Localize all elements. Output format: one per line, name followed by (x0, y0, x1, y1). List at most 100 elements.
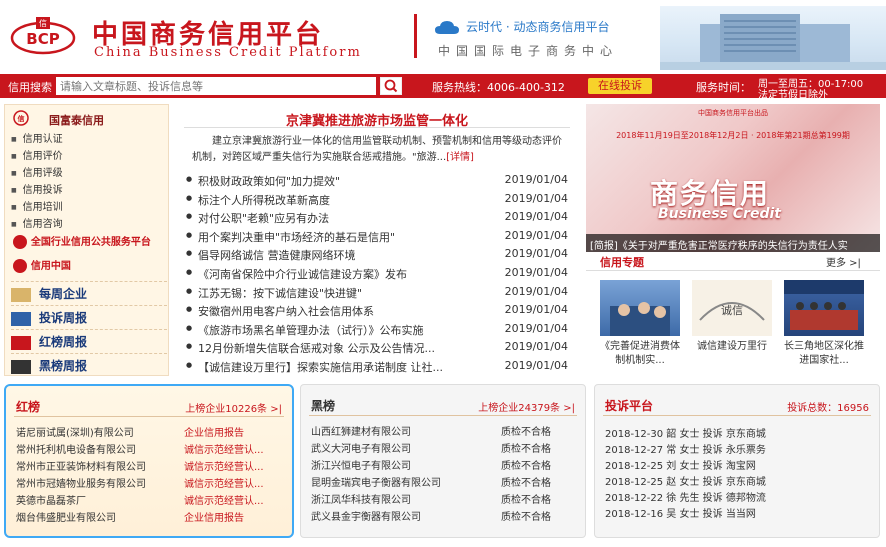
slider-caption[interactable]: [简报]《关于对严重危害正常医疗秩序的失信行为责任人实 (586, 234, 880, 252)
news-item-title[interactable]: 积极财政政策如何"加力提效" (198, 173, 498, 189)
topic-image-yangtze[interactable] (784, 280, 864, 336)
news-headline[interactable]: 京津冀推进旅游市场监管一体化 (184, 104, 570, 129)
weekly-complaint-link[interactable]: 投诉周报 (11, 305, 167, 327)
news-item[interactable]: ● 江苏无锡：按下诚信建设"快进键" 2019/01/04 (184, 284, 570, 302)
slider-publisher: 中国商务信用平台出品 (698, 109, 768, 117)
list-item[interactable]: 武义县金宇衡器有限公司 质检不合格 (311, 508, 577, 523)
sidebar-item-consulting[interactable]: 信用咨询 (11, 215, 63, 230)
company-status[interactable]: 企业信用报告 (184, 509, 244, 524)
sidebar-item-training[interactable]: 信用培训 (11, 198, 63, 213)
news-item[interactable]: ● 安徽宿州用电客户纳入社会信用体系 2019/01/04 (184, 302, 570, 320)
company-status[interactable]: 质检不合格 (501, 474, 551, 489)
news-item-title[interactable]: 《旅游市场黑名单管理办法（试行）》公布实施 (198, 322, 498, 338)
company-name[interactable]: 常州市冠嫱物业服务有限公司 (16, 479, 146, 490)
list-item[interactable]: 烟台伟盛肥业有限公司 企业信用报告 (16, 509, 282, 524)
list-item[interactable]: 英德市晶磊茶厂 诚信示范经营认... (16, 492, 282, 507)
complaint-item[interactable]: 2018-12-22 徐 先生 投诉 德邦物流 (605, 489, 766, 504)
topic-caption[interactable]: 诚信建设万里行 (692, 340, 772, 354)
company-name[interactable]: 常州市正亚装饰材料有限公司 (16, 462, 146, 473)
list-item[interactable]: 诺尼丽试属(深圳)有限公司 企业信用报告 (16, 424, 282, 439)
list-item[interactable]: 常州市冠嫱物业服务有限公司 诚信示范经营认... (16, 475, 282, 490)
news-item-title[interactable]: 12月份新增失信联合惩戒对象 公示及公告情况... (198, 340, 498, 356)
news-item[interactable]: ● 用个案判决重申"市场经济的基石是信用" 2019/01/04 (184, 228, 570, 246)
news-item[interactable]: ● 《旅游市场黑名单管理办法（试行）》公布实施 2019/01/04 (184, 321, 570, 339)
topic-caption[interactable]: 长三角地区深化推进国家社... (784, 340, 864, 368)
topic-image-consumption[interactable] (600, 280, 680, 336)
company-name[interactable]: 英德市晶磊茶厂 (16, 496, 86, 507)
sidebar-link-credit-china[interactable]: 信用中国 (13, 257, 71, 277)
company-status[interactable]: 诚信示范经营认... (184, 458, 264, 473)
weekly-red-list-link[interactable]: 红榜周报 (11, 329, 167, 351)
complaint-item[interactable]: 2018-12-25 赵 女士 投诉 京东商城 (605, 473, 766, 488)
company-status[interactable]: 质检不合格 (501, 440, 551, 455)
bcp-logo[interactable]: 信 BCP (10, 16, 76, 56)
company-name[interactable]: 浙江兴恒电子有限公司 (311, 461, 411, 472)
search-button[interactable] (380, 77, 402, 95)
sidebar-link-national-platform[interactable]: 全国行业信用公共服务平台 (13, 233, 151, 253)
red-list-count-link[interactable]: 上榜企业10226条 >| (185, 400, 282, 415)
company-status[interactable]: 质检不合格 (501, 508, 551, 523)
company-name[interactable]: 诺尼丽试属(深圳)有限公司 (16, 428, 134, 439)
topics-more-link[interactable]: 更多 >| (826, 254, 861, 269)
complaint-item[interactable]: 2018-12-30 韶 女士 投诉 京东商城 (605, 425, 766, 440)
building-image (660, 6, 886, 70)
company-name[interactable]: 山西红狮建材有限公司 (311, 427, 411, 438)
company-name[interactable]: 昆明金瑞宾电子衡器有限公司 (311, 478, 441, 489)
divider (586, 270, 880, 271)
sidebar-item-complaint[interactable]: 信用投诉 (11, 181, 63, 196)
complaint-item[interactable]: 2018-12-25 刘 女士 投诉 淘宝网 (605, 457, 756, 472)
black-list-count-link[interactable]: 上榜企业24379条 >| (478, 399, 575, 414)
news-item[interactable]: ● 倡导网络诚信 营造健康网络环境 2019/01/04 (184, 246, 570, 264)
search-input[interactable] (56, 77, 376, 95)
news-item-title[interactable]: 倡导网络诚信 营造健康网络环境 (198, 247, 498, 263)
weekly-enterprise-link[interactable]: 每周企业 (11, 281, 167, 303)
search-icon (384, 79, 398, 93)
news-item-title[interactable]: 江苏无锡：按下诚信建设"快进键" (198, 285, 498, 301)
news-item-title[interactable]: 对付公职"老赖"应另有办法 (198, 210, 498, 226)
company-status[interactable]: 诚信示范经营认... (184, 475, 264, 490)
list-item[interactable]: 常州市正亚装饰材料有限公司 诚信示范经营认... (16, 458, 282, 473)
list-item[interactable]: 浙江凤华科技有限公司 质检不合格 (311, 491, 577, 506)
news-item-title[interactable]: 用个案判决重申"市场经济的基石是信用" (198, 229, 498, 245)
company-name[interactable]: 武义大河电子有限公司 (311, 444, 411, 455)
sidebar-item-certification[interactable]: 信用认证 (11, 130, 63, 145)
list-item[interactable]: 昆明金瑞宾电子衡器有限公司 质检不合格 (311, 474, 577, 489)
topic-caption[interactable]: 《完善促进消费体制机制实... (600, 340, 680, 368)
company-status[interactable]: 质检不合格 (501, 423, 551, 438)
online-complaint-button[interactable]: 在线投诉 (588, 78, 652, 94)
news-item[interactable]: ● 12月份新增失信联合惩戒对象 公示及公告情况... 2019/01/04 (184, 339, 570, 357)
complaint-item[interactable]: 2018-12-27 常 女士 投诉 永乐票务 (605, 441, 766, 456)
company-status[interactable]: 诚信示范经营认... (184, 492, 264, 507)
sidebar-item-rating[interactable]: 信用评级 (11, 164, 63, 179)
list-item[interactable]: 常州托利机电设备有限公司 诚信示范经营认... (16, 441, 282, 456)
news-item[interactable]: ● 对付公职"老赖"应另有办法 2019/01/04 (184, 209, 570, 227)
list-item[interactable]: 浙江兴恒电子有限公司 质检不合格 (311, 457, 577, 472)
news-item-title[interactable]: 【诚信建设万里行】探索实施信用承诺制度 让社... (198, 359, 498, 375)
slogan: 云时代 · 动态商务信用平台 (466, 20, 610, 34)
list-item[interactable]: 武义大河电子有限公司 质检不合格 (311, 440, 577, 455)
news-item[interactable]: ● 《河南省保险中介行业诚信建设方案》发布 2019/01/04 (184, 265, 570, 283)
company-name[interactable]: 武义县金宇衡器有限公司 (311, 512, 421, 523)
sidebar-item-evaluation[interactable]: 信用评价 (11, 147, 63, 162)
promo-slider[interactable]: 中国商务信用平台出品 2018年11月19日至2018年12月2日 · 2018… (586, 104, 880, 252)
news-more-link[interactable]: [详情] (446, 152, 474, 163)
black-list-title: 黑榜 (311, 399, 336, 413)
company-name[interactable]: 烟台伟盛肥业有限公司 (16, 513, 116, 524)
weekly-black-list-link[interactable]: 黑榜周报 (11, 353, 167, 375)
list-item[interactable]: 山西红狮建材有限公司 质检不合格 (311, 423, 577, 438)
company-name[interactable]: 浙江凤华科技有限公司 (311, 495, 411, 506)
news-item-title[interactable]: 《河南省保险中介行业诚信建设方案》发布 (198, 266, 498, 282)
complaint-item[interactable]: 2018-12-16 吴 女士 投诉 当当网 (605, 505, 756, 520)
company-status[interactable]: 质检不合格 (501, 491, 551, 506)
news-item-title[interactable]: 标注个人所得税改革新高度 (198, 192, 498, 208)
black-list-panel: 黑榜 上榜企业24379条 >| 山西红狮建材有限公司 质检不合格 武义大河电子有限… (300, 384, 586, 538)
news-item[interactable]: ● 积极财政政策如何"加力提效" 2019/01/04 (184, 172, 570, 190)
company-status[interactable]: 诚信示范经营认... (184, 441, 264, 456)
news-item-title[interactable]: 安徽宿州用电客户纳入社会信用体系 (198, 303, 498, 319)
company-name[interactable]: 常州托利机电设备有限公司 (16, 445, 136, 456)
topic-image-integrity[interactable]: 诚信 (692, 280, 772, 336)
news-item[interactable]: ● 【诚信建设万里行】探索实施信用承诺制度 让社... 2019/01/04 (184, 358, 570, 376)
news-item[interactable]: ● 标注个人所得税改革新高度 2019/01/04 (184, 191, 570, 209)
company-status[interactable]: 质检不合格 (501, 457, 551, 472)
company-status[interactable]: 企业信用报告 (184, 424, 244, 439)
